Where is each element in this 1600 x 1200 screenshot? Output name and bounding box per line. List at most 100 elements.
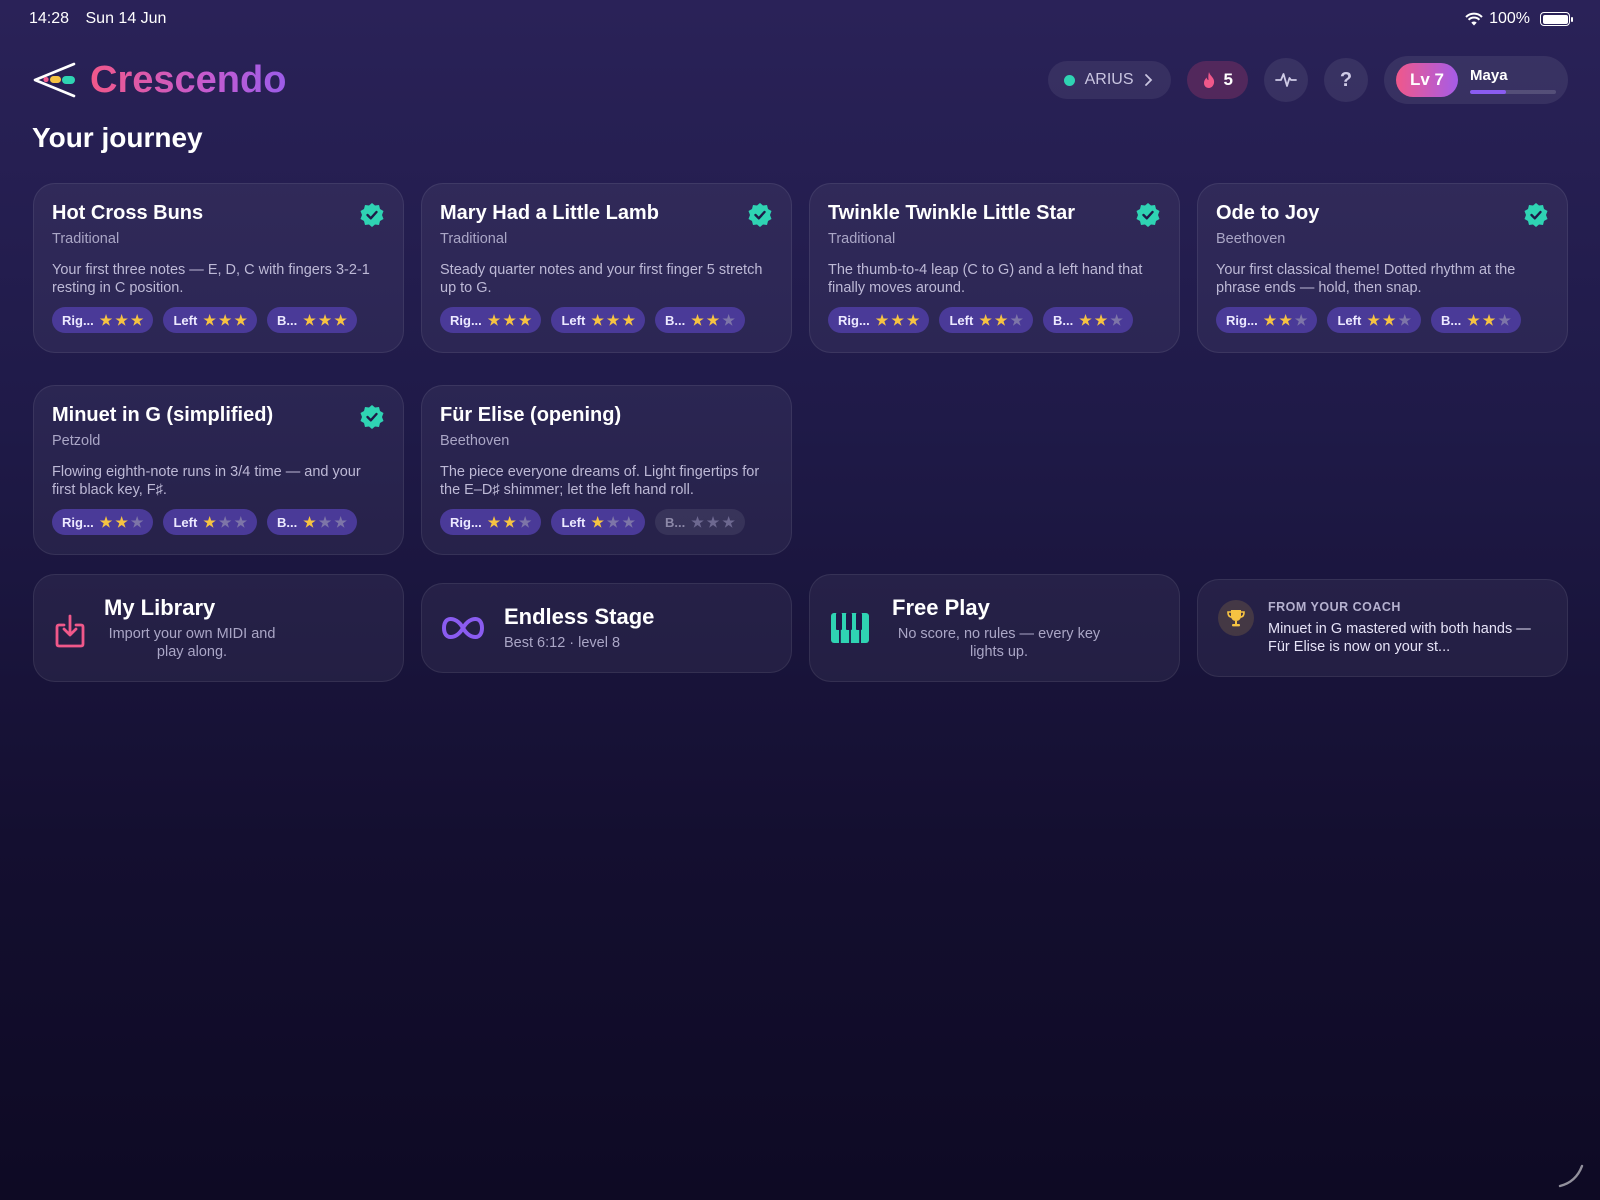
library-subtitle: Import your own MIDI and play along.	[108, 626, 276, 660]
hand-label: B...	[1053, 312, 1074, 328]
star-icon: ★	[303, 312, 316, 328]
star-icon: ★	[487, 514, 501, 530]
hand-progress-pill[interactable]: Rig... ★ ★ ★	[440, 307, 542, 333]
hand-progress-pill[interactable]: Left ★ ★ ★	[1327, 307, 1421, 333]
hand-label: Left	[561, 514, 586, 530]
streak-count: 5	[1223, 70, 1233, 89]
battery-icon	[1540, 12, 1573, 26]
endless-subtitle: Best 6:12 · level 8	[504, 635, 621, 651]
flame-icon	[1203, 72, 1214, 88]
song-title: Minuet in G (simplified)	[52, 404, 274, 426]
hand-progress-pill[interactable]: B... ★ ★ ★	[1043, 307, 1133, 333]
star-icon: ★	[234, 514, 247, 530]
hand-label: B...	[665, 514, 686, 530]
star-icon: ★	[99, 312, 113, 328]
brand[interactable]: Crescendo	[32, 59, 286, 102]
chevron-right-icon	[1144, 74, 1152, 86]
star-icon: ★	[1094, 312, 1108, 328]
song-card[interactable]: Hot Cross Buns Traditional Your first th…	[33, 183, 404, 353]
star-icon: ★	[706, 514, 720, 530]
song-card[interactable]: Ode to Joy Beethoven Your first classica…	[1197, 183, 1568, 353]
star-rating: ★ ★ ★	[591, 313, 635, 327]
star-rating: ★ ★ ★	[1079, 313, 1123, 327]
song-title: Twinkle Twinkle Little Star	[828, 202, 1076, 224]
endless-stage-card[interactable]: Endless Stage Best 6:12 · level 8	[421, 583, 792, 673]
hand-label: Rig...	[450, 514, 482, 530]
hand-progress-pill[interactable]: Left ★ ★ ★	[163, 509, 257, 535]
star-icon: ★	[706, 312, 720, 328]
coach-label: FROM YOUR COACH	[1268, 600, 1401, 614]
song-card[interactable]: Twinkle Twinkle Little Star Traditional …	[809, 183, 1180, 353]
hand-progress-pill[interactable]: Rig... ★ ★ ★	[52, 509, 154, 535]
library-title: My Library	[104, 595, 216, 620]
song-description: Your first classical theme! Dotted rhyth…	[1216, 262, 1516, 296]
hand-progress-pill[interactable]: Left ★ ★ ★	[551, 509, 645, 535]
help-button[interactable]: ?	[1324, 58, 1368, 102]
free-play-subtitle: No score, no rules — every key lights up…	[897, 626, 1101, 660]
hand-progress-pill[interactable]: B... ★ ★ ★	[267, 307, 357, 333]
free-play-card[interactable]: Free Play No score, no rules — every key…	[809, 574, 1180, 682]
activity-button[interactable]	[1264, 58, 1308, 102]
hand-progress-pill[interactable]: B... ★ ★ ★	[655, 307, 745, 333]
song-card[interactable]: Minuet in G (simplified) Petzold Flowing…	[33, 385, 404, 555]
star-icon: ★	[1482, 312, 1496, 328]
star-icon: ★	[591, 514, 604, 530]
star-icon: ★	[518, 514, 532, 530]
star-icon: ★	[622, 312, 635, 328]
hand-progress-pill[interactable]: Left ★ ★ ★	[551, 307, 645, 333]
song-composer: Traditional	[828, 231, 896, 247]
star-rating: ★ ★ ★	[100, 515, 144, 529]
hand-progress-pill[interactable]: Rig... ★ ★ ★	[52, 307, 154, 333]
star-rating: ★ ★ ★	[691, 313, 735, 327]
device-connection-button[interactable]: ARIUS	[1047, 61, 1171, 99]
hand-label: Left	[949, 312, 974, 328]
song-composer: Beethoven	[1216, 231, 1286, 247]
streak-badge[interactable]: 5	[1186, 61, 1248, 99]
song-description: The piece everyone dreams of. Light fing…	[440, 464, 760, 498]
hand-label: Left	[561, 312, 586, 328]
star-icon: ★	[1079, 312, 1092, 328]
star-icon: ★	[115, 514, 128, 530]
hand-progress-pill[interactable]: Rig... ★ ★ ★	[1216, 307, 1318, 333]
song-title: Für Elise (opening)	[440, 404, 622, 426]
profile-button[interactable]: Lv 7 Maya	[1384, 56, 1568, 104]
hand-label: Left	[173, 514, 198, 530]
hand-progress-list: Rig... ★ ★ ★ Left ★ ★ ★ B... ★ ★ ★	[828, 307, 1161, 333]
star-icon: ★	[722, 514, 735, 530]
hand-progress-pill[interactable]: Rig... ★ ★ ★	[440, 509, 542, 535]
song-card[interactable]: Für Elise (opening) Beethoven The piece …	[421, 385, 792, 555]
hand-progress-list: Rig... ★ ★ ★ Left ★ ★ ★ B... ★ ★ ★	[52, 509, 385, 535]
hand-progress-list: Rig... ★ ★ ★ Left ★ ★ ★ B... ★ ★ ★	[52, 307, 385, 333]
song-card[interactable]: Mary Had a Little Lamb Traditional Stead…	[421, 183, 792, 353]
star-icon: ★	[1294, 312, 1308, 328]
coach-message-card[interactable]: FROM YOUR COACH Minuet in G mastered wit…	[1197, 579, 1568, 677]
song-description: The thumb-to-4 leap (C to G) and a left …	[828, 262, 1143, 296]
my-library-card[interactable]: My Library Import your own MIDI and play…	[33, 574, 404, 682]
song-title: Ode to Joy	[1216, 202, 1320, 224]
star-icon: ★	[691, 312, 704, 328]
star-icon: ★	[1467, 312, 1480, 328]
song-grid: Hot Cross Buns Traditional Your first th…	[33, 183, 1568, 555]
star-icon: ★	[875, 312, 889, 328]
hand-progress-pill[interactable]: B... ★ ★ ★	[267, 509, 357, 535]
pulse-icon	[1275, 73, 1297, 87]
trophy-icon	[1218, 600, 1254, 636]
star-icon: ★	[130, 514, 144, 530]
song-description: Steady quarter notes and your first fing…	[440, 262, 763, 296]
level-badge: Lv 7	[1396, 63, 1459, 97]
song-title: Mary Had a Little Lamb	[440, 202, 659, 224]
hand-progress-pill[interactable]: B... ★ ★ ★	[655, 509, 745, 535]
completed-check-icon	[360, 405, 384, 429]
hand-progress-pill[interactable]: Left ★ ★ ★	[939, 307, 1033, 333]
star-icon: ★	[503, 514, 516, 530]
hand-progress-pill[interactable]: Left ★ ★ ★	[163, 307, 257, 333]
hand-progress-pill[interactable]: B... ★ ★ ★	[1431, 307, 1521, 333]
infinity-icon	[442, 616, 484, 640]
crescendo-logo-icon	[33, 62, 76, 98]
coach-message: Minuet in G mastered with both hands — F…	[1268, 621, 1531, 655]
star-icon: ★	[622, 514, 635, 530]
star-icon: ★	[591, 312, 604, 328]
feature-row: My Library Import your own MIDI and play…	[33, 574, 1568, 682]
hand-progress-pill[interactable]: Rig... ★ ★ ★	[828, 307, 930, 333]
completed-check-icon	[1136, 203, 1160, 227]
